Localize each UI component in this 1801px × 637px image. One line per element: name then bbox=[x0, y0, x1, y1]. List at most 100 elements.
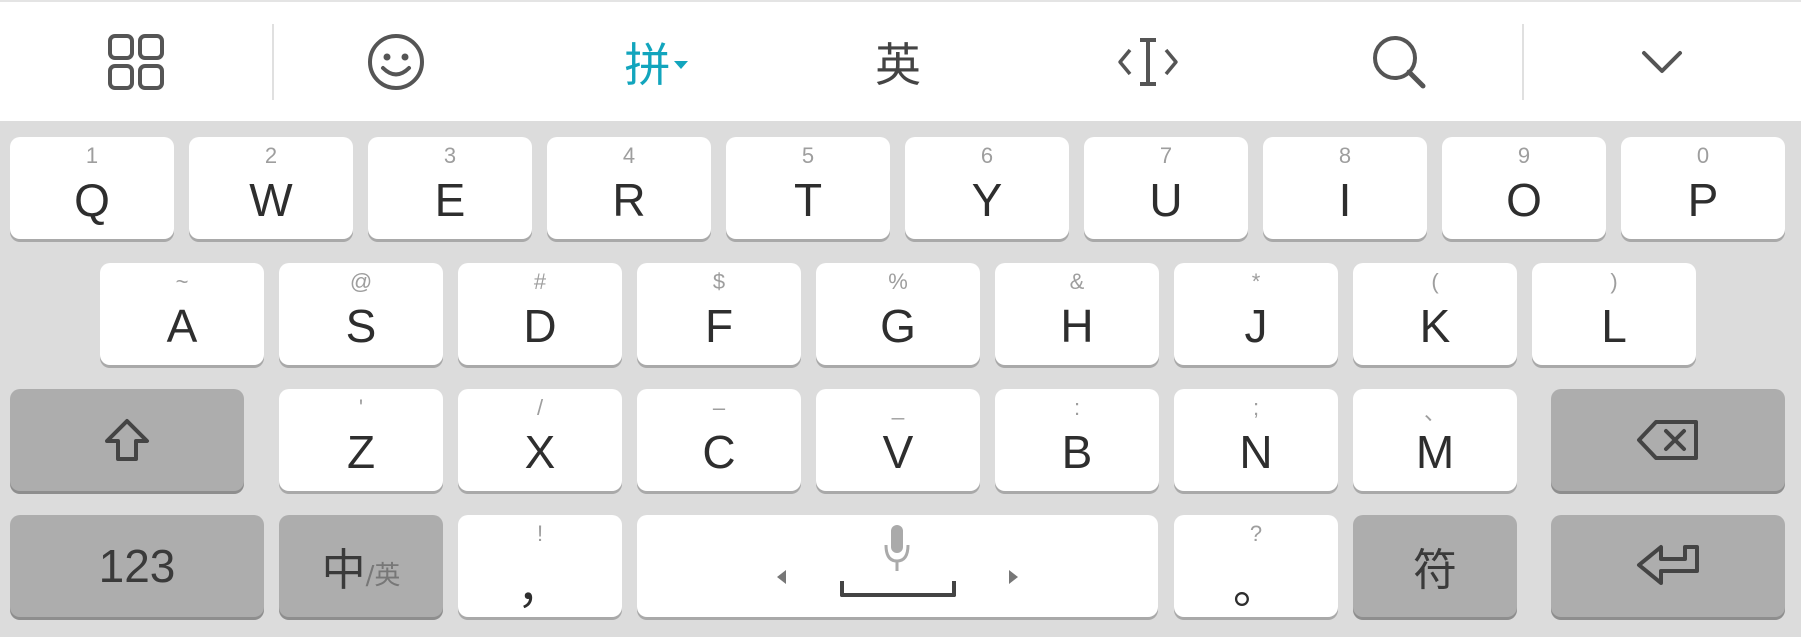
key-q-label: Q bbox=[74, 174, 110, 226]
emoji-button[interactable] bbox=[336, 20, 456, 104]
toolbar-divider bbox=[272, 24, 274, 100]
key-v-secondary: _ bbox=[891, 395, 905, 420]
key-a[interactable]: ~ A bbox=[100, 263, 264, 365]
search-button[interactable] bbox=[1339, 20, 1459, 104]
key-r-secondary: 4 bbox=[622, 143, 636, 168]
comma-key[interactable]: ! ， bbox=[458, 515, 622, 617]
key-c-secondary: – bbox=[712, 395, 726, 420]
search-icon bbox=[1373, 36, 1426, 89]
toolbar-divider bbox=[1522, 24, 1524, 100]
key-j-label: J bbox=[1244, 300, 1268, 352]
language-switch-key[interactable]: 中 /英 bbox=[279, 515, 443, 617]
key-o-secondary: 9 bbox=[1517, 143, 1531, 168]
key-z-label: Z bbox=[346, 426, 376, 478]
key-t-secondary: 5 bbox=[801, 143, 815, 168]
key-c-label: C bbox=[702, 426, 736, 478]
key-x-label: X bbox=[524, 426, 556, 478]
key-z[interactable]: ' Z bbox=[279, 389, 443, 491]
key-d-secondary: # bbox=[533, 269, 547, 294]
key-y[interactable]: 6 Y bbox=[905, 137, 1069, 239]
key-u[interactable]: 7 U bbox=[1084, 137, 1248, 239]
key-m-secondary: 、 bbox=[1423, 400, 1446, 425]
language-key-main: 中 bbox=[321, 545, 366, 596]
key-k[interactable]: ( K bbox=[1353, 263, 1517, 365]
key-v[interactable]: _ V bbox=[816, 389, 980, 491]
cursor-right-icon bbox=[1009, 570, 1018, 584]
key-n-label: N bbox=[1239, 426, 1273, 478]
key-h-label: H bbox=[1060, 300, 1094, 352]
key-o-label: O bbox=[1506, 174, 1542, 226]
key-g-secondary: % bbox=[888, 269, 908, 294]
key-d[interactable]: # D bbox=[458, 263, 622, 365]
space-bar-icon bbox=[840, 581, 956, 597]
key-m[interactable]: 、 M bbox=[1353, 389, 1517, 491]
pinyin-mode-indicator: 拼 bbox=[625, 29, 688, 95]
comma-key-label: ， bbox=[517, 561, 563, 613]
key-l[interactable]: ) L bbox=[1532, 263, 1696, 365]
key-w-label: W bbox=[249, 174, 293, 226]
numbers-key-label: 123 bbox=[98, 540, 176, 592]
key-t-label: T bbox=[793, 174, 823, 226]
key-f[interactable]: $ F bbox=[637, 263, 801, 365]
symbols-key[interactable]: 符 bbox=[1353, 515, 1517, 617]
key-j-secondary: * bbox=[1251, 269, 1261, 294]
key-g[interactable]: % G bbox=[816, 263, 980, 365]
language-key-sub: /英 bbox=[365, 560, 401, 591]
key-p-label: P bbox=[1687, 174, 1719, 226]
key-k-secondary: ( bbox=[1431, 269, 1439, 294]
key-v-label: V bbox=[882, 426, 914, 478]
key-e[interactable]: 3 E bbox=[368, 137, 532, 239]
key-s-secondary: @ bbox=[349, 269, 373, 294]
key-w[interactable]: 2 W bbox=[189, 137, 353, 239]
key-m-label: M bbox=[1415, 426, 1455, 478]
comma-key-secondary: ! bbox=[536, 521, 544, 546]
key-q[interactable]: 1 Q bbox=[10, 137, 174, 239]
key-x[interactable]: / X bbox=[458, 389, 622, 491]
key-x-secondary: / bbox=[536, 395, 544, 420]
pinyin-mode-button[interactable]: 拼 bbox=[596, 20, 716, 104]
english-mode-button[interactable]: 英 bbox=[838, 20, 958, 104]
period-key-secondary: ? bbox=[1249, 521, 1263, 546]
key-h[interactable]: & H bbox=[995, 263, 1159, 365]
keyboard-toolbar: 拼 英 bbox=[0, 0, 1801, 121]
period-key[interactable]: ? 。 bbox=[1174, 515, 1338, 617]
caret-down-icon bbox=[673, 61, 688, 69]
key-i-secondary: 8 bbox=[1338, 143, 1352, 168]
shift-key[interactable] bbox=[10, 389, 244, 491]
pinyin-label: 拼 bbox=[624, 38, 671, 92]
key-r-label: R bbox=[612, 174, 646, 226]
microphone-icon bbox=[884, 525, 910, 571]
numbers-key[interactable]: 123 bbox=[10, 515, 264, 617]
key-j[interactable]: * J bbox=[1174, 263, 1338, 365]
key-o[interactable]: 9 O bbox=[1442, 137, 1606, 239]
key-t[interactable]: 5 T bbox=[726, 137, 890, 239]
text-cursor-icon bbox=[1118, 38, 1178, 86]
grid-icon bbox=[108, 34, 164, 90]
enter-key[interactable] bbox=[1551, 515, 1785, 617]
key-f-label: F bbox=[704, 300, 734, 352]
key-h-secondary: & bbox=[1069, 269, 1085, 294]
backspace-icon bbox=[1637, 420, 1698, 460]
key-f-secondary: $ bbox=[712, 269, 726, 294]
key-b[interactable]: : B bbox=[995, 389, 1159, 491]
keyboard-keys-area: 1 Q 2 W 3 E 4 R 5 T 6 Y 7 U 8 I 9 O 0 P … bbox=[0, 121, 1801, 637]
key-i[interactable]: 8 I bbox=[1263, 137, 1427, 239]
key-w-secondary: 2 bbox=[264, 143, 278, 168]
key-r[interactable]: 4 R bbox=[547, 137, 711, 239]
key-a-secondary: ~ bbox=[175, 269, 189, 294]
grid-menu-button[interactable] bbox=[76, 20, 196, 104]
key-p[interactable]: 0 P bbox=[1621, 137, 1785, 239]
key-k-label: K bbox=[1419, 300, 1451, 352]
cursor-control-button[interactable] bbox=[1088, 20, 1208, 104]
key-s[interactable]: @ S bbox=[279, 263, 443, 365]
english-label: 英 bbox=[875, 38, 921, 92]
key-n[interactable]: ; N bbox=[1174, 389, 1338, 491]
key-e-secondary: 3 bbox=[443, 143, 457, 168]
key-g-label: G bbox=[880, 300, 916, 352]
key-y-label: Y bbox=[971, 174, 1003, 226]
backspace-key[interactable] bbox=[1551, 389, 1785, 491]
space-key[interactable] bbox=[637, 515, 1158, 617]
key-c[interactable]: – C bbox=[637, 389, 801, 491]
collapse-keyboard-button[interactable] bbox=[1602, 20, 1722, 104]
period-key-label: 。 bbox=[1233, 561, 1279, 613]
